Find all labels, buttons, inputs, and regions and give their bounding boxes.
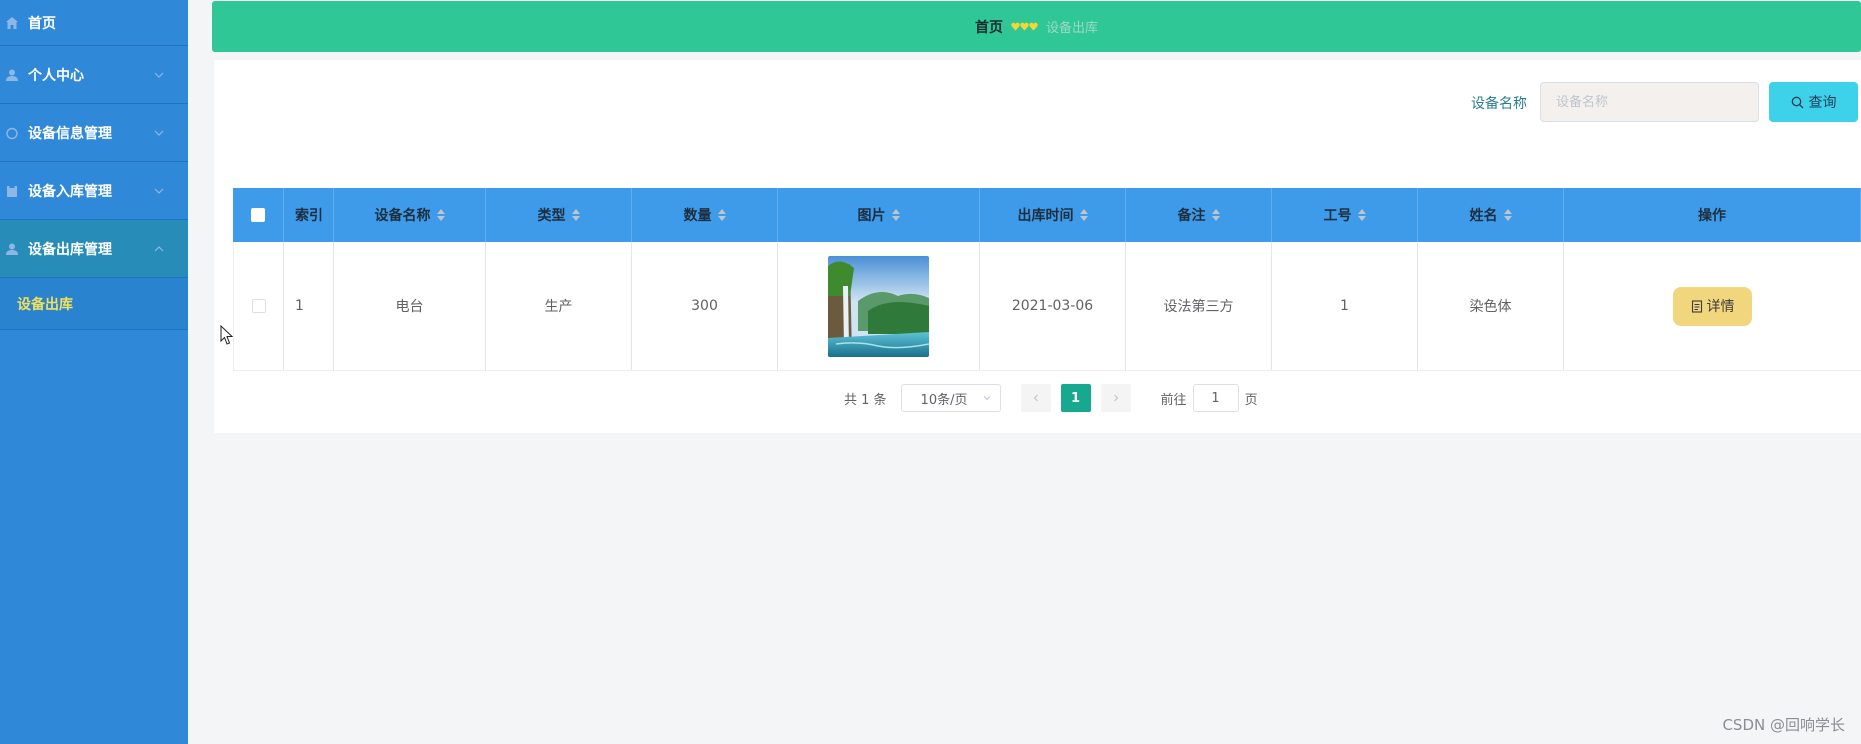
sort-icon[interactable] [571, 209, 580, 221]
column-header-time[interactable]: 出库时间 [980, 188, 1126, 242]
sidebar-item-stock-out[interactable]: 设备出库管理 [0, 220, 188, 278]
goto-label: 前往 [1160, 392, 1187, 408]
sidebar-item-label: 设备出库管理 [28, 241, 112, 258]
clipboard-icon [4, 183, 20, 199]
chevron-down-icon [154, 72, 164, 78]
column-header-label: 工号 [1323, 208, 1352, 224]
watermark: CSDN @回响学长 [1722, 716, 1845, 734]
chevron-down-icon [983, 396, 990, 401]
sidebar-item-label: 首页 [28, 15, 56, 32]
sidebar-item-label: 个人中心 [28, 67, 84, 84]
table-row: 1 电台 生产 300 2021-03-06 设法第三方 1 染色体 详情 [233, 242, 1861, 371]
chevron-right-icon [1113, 394, 1118, 402]
sidebar: 首页 个人中心 设备信息管理 设备入库管理 设备出库管理 设备出库 [0, 0, 188, 744]
user-icon [4, 241, 20, 257]
table-header: 索引 设备名称 类型 数量 图片 出库时间 备注 工号 姓名 操作 [233, 188, 1861, 242]
goto-suffix: 页 [1244, 392, 1258, 408]
detail-button[interactable]: 详情 [1673, 286, 1752, 326]
sort-icon[interactable] [717, 209, 726, 221]
device-thumbnail-image[interactable] [828, 255, 929, 357]
power-icon [4, 125, 20, 141]
sort-icon[interactable] [891, 209, 900, 221]
search-button[interactable]: 查询 [1769, 82, 1858, 122]
sidebar-item-stock-in[interactable]: 设备入库管理 [0, 162, 188, 220]
document-icon [1691, 299, 1702, 313]
header-select-all[interactable] [233, 188, 284, 242]
column-header-label: 姓名 [1469, 208, 1498, 224]
column-header-label: 数量 [683, 208, 712, 224]
checkbox[interactable] [251, 299, 266, 313]
sort-icon[interactable] [1503, 209, 1512, 221]
column-header-label: 设备名称 [374, 208, 431, 224]
page-size-select[interactable]: 10条/页 [900, 384, 1001, 412]
cell-person: 染色体 [1418, 242, 1564, 370]
page-number-button[interactable]: 1 [1060, 384, 1091, 412]
sort-icon[interactable] [436, 209, 445, 221]
cell-type: 生产 [486, 242, 632, 370]
hearts-icon [1011, 22, 1038, 31]
cell-work-no: 1 [1272, 242, 1418, 370]
user-icon [4, 67, 20, 83]
breadcrumb: 首页 设备出库 [212, 1, 1861, 52]
sort-icon[interactable] [1079, 209, 1088, 221]
search-button-label: 查询 [1808, 95, 1837, 111]
column-header-label: 出库时间 [1017, 208, 1074, 224]
sidebar-item-personal-center[interactable]: 个人中心 [0, 46, 188, 104]
column-header-person[interactable]: 姓名 [1418, 188, 1564, 242]
column-header-actions: 操作 [1564, 188, 1861, 242]
page-size-value: 10条/页 [920, 392, 968, 408]
breadcrumb-current: 设备出库 [1045, 21, 1098, 36]
breadcrumb-home[interactable]: 首页 [975, 17, 1003, 37]
cell-time: 2021-03-06 [980, 242, 1126, 370]
cell-quantity: 300 [632, 242, 778, 370]
mouse-cursor-icon [220, 325, 234, 345]
home-icon [4, 15, 20, 31]
column-header-image[interactable]: 图片 [778, 188, 980, 242]
cell-image [778, 242, 980, 370]
column-header-note[interactable]: 备注 [1126, 188, 1272, 242]
goto-page: 前往 页 [1161, 384, 1258, 412]
column-header-work-no[interactable]: 工号 [1272, 188, 1418, 242]
submenu-item-device-stock-out[interactable]: 设备出库 [0, 278, 188, 330]
pagination-total: 共 1 条 [844, 392, 887, 408]
chevron-down-icon [154, 130, 164, 136]
checkbox[interactable] [251, 208, 265, 222]
column-header-index: 索引 [284, 188, 334, 242]
column-header-label: 类型 [537, 208, 566, 224]
search-icon [1791, 96, 1803, 108]
chevron-down-icon [154, 188, 164, 194]
cell-note: 设法第三方 [1126, 242, 1272, 370]
chevron-up-icon [154, 245, 164, 251]
search-label: 设备名称 [1471, 96, 1527, 112]
column-header-type[interactable]: 类型 [486, 188, 632, 242]
goto-page-input[interactable] [1192, 384, 1239, 412]
cell-actions: 详情 [1564, 242, 1861, 370]
sidebar-item-label: 设备信息管理 [28, 125, 112, 142]
column-header-label: 备注 [1177, 208, 1206, 224]
row-select[interactable] [233, 242, 284, 370]
column-header-label: 操作 [1698, 208, 1726, 224]
search-input[interactable] [1540, 82, 1759, 122]
next-page-button[interactable] [1100, 384, 1131, 412]
column-header-label: 索引 [295, 208, 323, 224]
chevron-left-icon [1033, 394, 1038, 402]
column-header-device-name[interactable]: 设备名称 [334, 188, 486, 242]
submenu-item-label: 设备出库 [17, 296, 73, 313]
sidebar-item-home[interactable]: 首页 [0, 0, 188, 46]
pagination: 共 1 条 10条/页 1 前往 页 [844, 384, 1258, 412]
detail-button-label: 详情 [1706, 299, 1735, 315]
sort-icon[interactable] [1211, 209, 1220, 221]
cell-index: 1 [284, 242, 334, 370]
column-header-quantity[interactable]: 数量 [632, 188, 778, 242]
sidebar-item-label: 设备入库管理 [28, 183, 112, 200]
column-header-label: 图片 [857, 208, 886, 224]
cell-device-name: 电台 [334, 242, 486, 370]
sidebar-item-device-info[interactable]: 设备信息管理 [0, 104, 188, 162]
sort-icon[interactable] [1357, 209, 1366, 221]
data-table: 索引 设备名称 类型 数量 图片 出库时间 备注 工号 姓名 操作 1 电台 生… [233, 188, 1861, 371]
prev-page-button[interactable] [1020, 384, 1051, 412]
